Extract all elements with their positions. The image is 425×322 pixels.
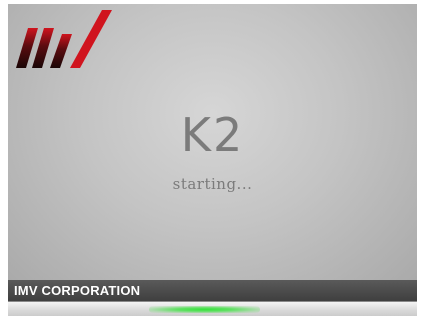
splash-screen: K2 starting... IMV CORPORATION [8, 4, 417, 316]
progress-indicator [149, 306, 260, 313]
product-name: K2 [180, 108, 245, 162]
status-text: starting... [172, 175, 253, 193]
footer-bar: IMV CORPORATION [8, 280, 417, 301]
company-name: IMV CORPORATION [14, 283, 141, 298]
imv-logo-icon [16, 10, 112, 68]
progress-bar [8, 301, 417, 316]
